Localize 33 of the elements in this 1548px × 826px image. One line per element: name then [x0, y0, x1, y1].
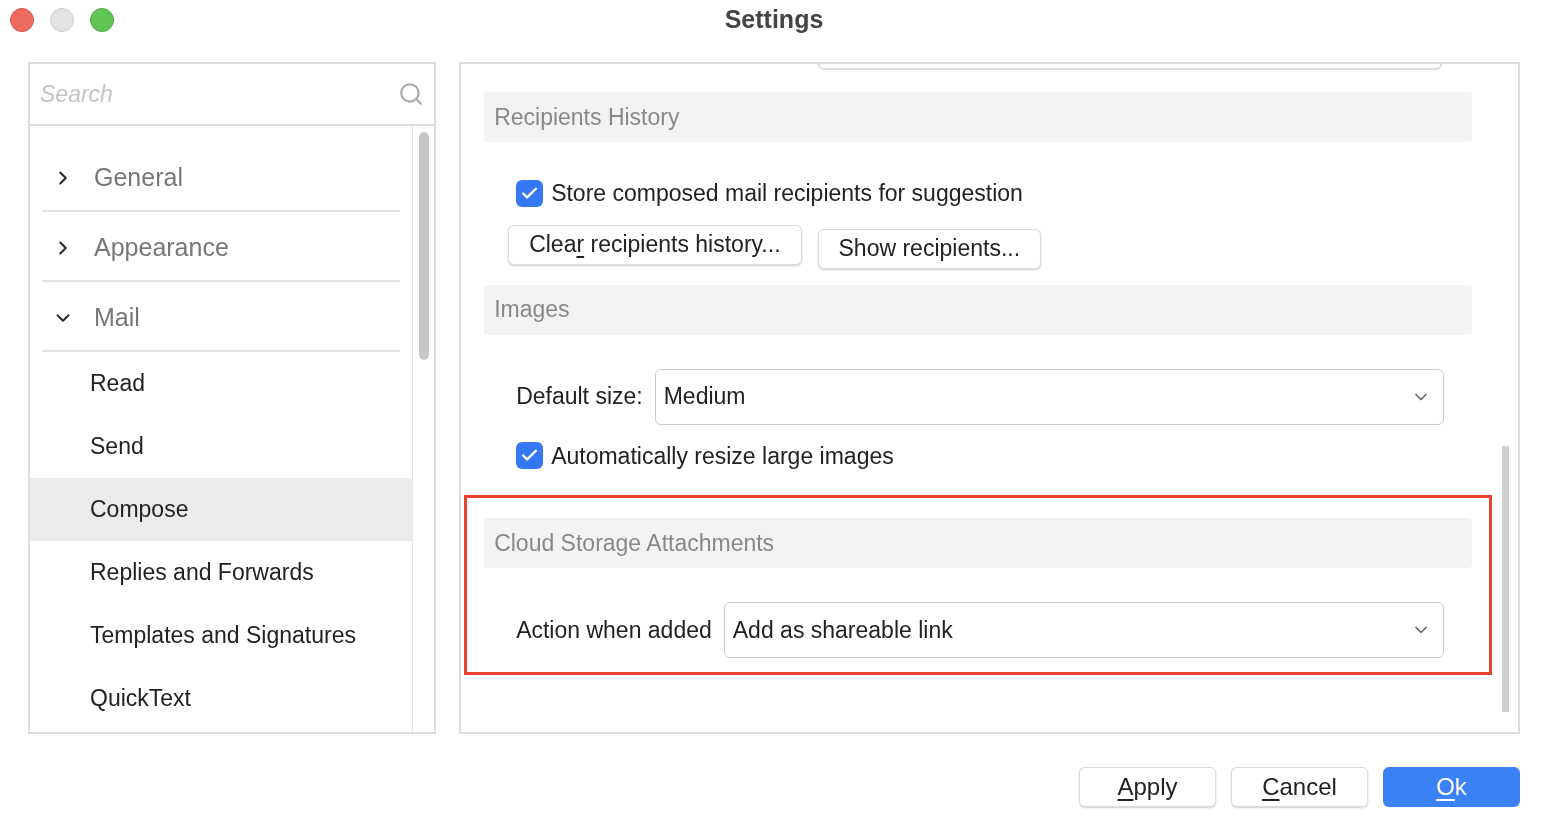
primary-button[interactable]: Ok — [1383, 767, 1520, 807]
search-icon — [398, 81, 425, 107]
window-title: Settings — [724, 4, 824, 36]
sidebar-item[interactable]: QuickText — [30, 667, 413, 730]
action-button[interactable]: Show recipients... — [817, 228, 1042, 269]
zoom-window-icon[interactable] — [90, 8, 114, 32]
section-header: Recipients History — [484, 92, 1472, 142]
section-header: Cloud Storage Attachments — [484, 518, 1472, 568]
field-label: Default size: — [516, 382, 643, 412]
dialog-button[interactable]: Apply — [1079, 767, 1216, 807]
sidebar-item[interactable]: Read — [30, 352, 413, 415]
checkbox-label: Automatically resize large images — [551, 441, 894, 471]
dropdown[interactable]: Add as shareable link — [723, 602, 1444, 658]
tree-item[interactable]: General — [42, 142, 401, 212]
action-button[interactable]: Clear recipients history... — [508, 224, 802, 265]
tree-item[interactable]: Mail — [42, 282, 401, 352]
section-header: Images — [484, 284, 1472, 335]
sidebar-item[interactable]: Replies and Forwards — [30, 541, 413, 604]
dropdown[interactable]: Medium — [654, 368, 1444, 425]
checkbox[interactable] — [516, 442, 544, 470]
sidebar-item[interactable]: Compose — [30, 478, 413, 541]
checkbox[interactable] — [516, 179, 544, 207]
checkbox-label: Store composed mail recipients for suggestion — [551, 179, 1023, 208]
sidebar-item[interactable]: Send — [30, 415, 413, 478]
tree-item[interactable]: Appearance — [42, 212, 401, 282]
minimize-window-icon[interactable] — [50, 8, 74, 32]
close-window-icon[interactable] — [10, 8, 34, 32]
field-label: Action when added — [516, 615, 712, 645]
scrollbar-thumb[interactable] — [1502, 446, 1509, 712]
dialog-button[interactable]: Cancel — [1231, 767, 1368, 807]
search-field[interactable]: Search — [40, 76, 399, 112]
scrollbar-thumb[interactable] — [418, 132, 429, 360]
sidebar-item[interactable]: Templates and Signatures — [30, 604, 413, 667]
